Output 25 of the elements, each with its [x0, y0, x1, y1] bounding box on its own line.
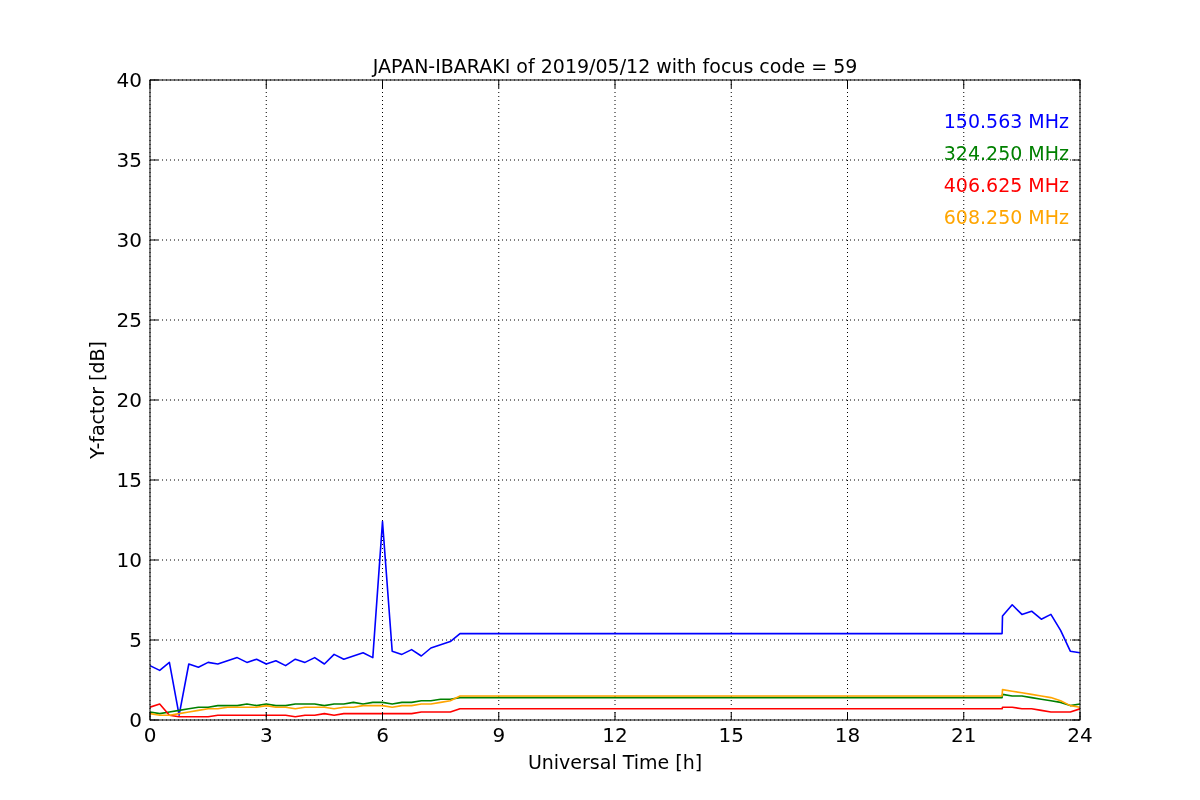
x-tick-label: 24 — [1067, 723, 1093, 747]
y-axis-label: Y-factor [dB] — [86, 341, 108, 459]
x-tick-label: 3 — [259, 723, 273, 747]
legend-label: 406.625 MHz — [943, 174, 1069, 196]
x-tick-label: 0 — [143, 723, 157, 747]
y-tick-label: 0 — [129, 708, 142, 732]
legend-label: 324.250 MHz — [943, 142, 1069, 164]
y-tick-label: 20 — [116, 388, 142, 412]
x-tick-label: 15 — [718, 723, 744, 747]
legend-label: 608.250 MHz — [943, 206, 1069, 228]
y-tick-label: 35 — [116, 148, 142, 172]
x-tick-label: 21 — [951, 723, 977, 747]
chart-title: JAPAN-IBARAKI of 2019/05/12 with focus code = 59 — [372, 55, 858, 77]
y-tick-label: 10 — [116, 548, 142, 572]
y-tick-label: 5 — [129, 628, 142, 652]
y-tick-label: 25 — [116, 308, 142, 332]
x-tick-label: 12 — [602, 723, 628, 747]
x-tick-label: 9 — [492, 723, 506, 747]
y-tick-label: 30 — [116, 228, 142, 252]
legend-label: 150.563 MHz — [943, 110, 1069, 132]
x-tick-label: 18 — [834, 723, 861, 747]
y-tick-label: 40 — [116, 68, 142, 92]
y-tick-label: 15 — [116, 468, 142, 492]
x-axis-label: Universal Time [h] — [527, 751, 703, 773]
x-tick-label: 6 — [376, 723, 389, 747]
